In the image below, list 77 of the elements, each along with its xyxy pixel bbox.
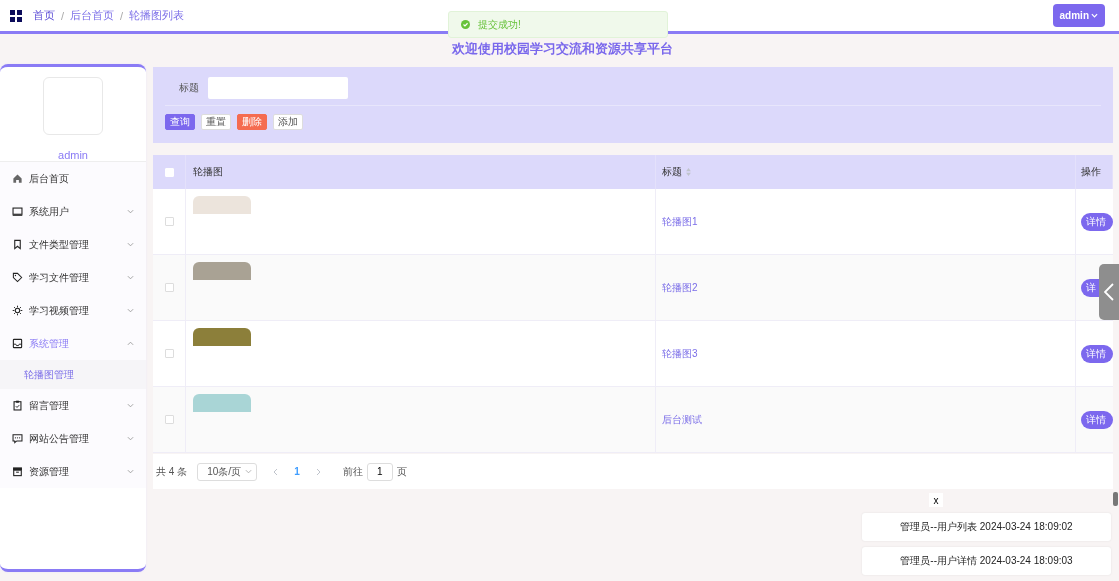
caret-icon xyxy=(1091,13,1098,18)
page-suffix: 页 xyxy=(396,464,407,479)
chevron-icon xyxy=(127,469,134,474)
sort-icon[interactable] xyxy=(686,168,691,176)
chevron-icon xyxy=(127,403,134,408)
total-count: 共 4 条 xyxy=(156,464,188,479)
monitor-icon xyxy=(12,206,23,217)
photo-placeholder xyxy=(193,328,251,346)
bookmark-icon xyxy=(12,239,23,250)
photo-placeholder xyxy=(193,394,251,412)
sidebar-item[interactable]: 文件类型管理 xyxy=(0,228,146,261)
next-page-icon[interactable] xyxy=(315,467,321,476)
action-button[interactable]: 添加 xyxy=(273,114,303,130)
sidebar-item[interactable]: 留言管理 xyxy=(0,389,146,422)
column-header[interactable]: 标题 xyxy=(662,165,682,179)
detail-button[interactable]: 详情 xyxy=(1081,212,1113,231)
home-icon xyxy=(12,173,23,184)
username: admin xyxy=(58,149,88,161)
sidebar-item[interactable]: 系统用户 xyxy=(0,195,146,228)
sidebar-item[interactable]: 资源管理 xyxy=(0,455,146,488)
checkbox[interactable] xyxy=(164,217,174,226)
chevron-icon xyxy=(127,341,134,346)
column-header: 轮播图 xyxy=(193,165,223,179)
checkbox[interactable] xyxy=(164,349,174,358)
inbox-icon xyxy=(12,338,23,349)
chat-icon xyxy=(12,433,23,444)
chevron-icon xyxy=(127,275,134,280)
action-button[interactable]: 查询 xyxy=(165,114,195,130)
side-drawer-toggle-overlay[interactable] xyxy=(1099,264,1119,320)
chevron-icon xyxy=(127,436,134,441)
breadcrumb-separator: / xyxy=(61,9,65,22)
table-cell: 后台测试 xyxy=(662,412,702,427)
toast-message: 提交成功! xyxy=(478,17,521,32)
tag-icon xyxy=(12,272,23,283)
checkbox[interactable] xyxy=(164,415,174,424)
table-cell: 轮播图2 xyxy=(662,280,698,295)
detail-button[interactable]: 详情 xyxy=(1081,410,1113,429)
archive-icon xyxy=(12,466,23,477)
page-size-dropdown[interactable]: 10条/页 xyxy=(197,462,258,481)
history-entry[interactable]: 管理员--用户列表 2024-03-24 18:09:02 xyxy=(862,513,1111,541)
chevron-icon xyxy=(127,308,134,313)
photo-placeholder xyxy=(193,196,251,214)
sidebar-item[interactable]: 系统管理 xyxy=(0,327,146,360)
sidebar-item[interactable]: 后台首页 xyxy=(0,162,146,195)
table-cell: 轮播图3 xyxy=(662,346,698,361)
detail-button[interactable]: 详情 xyxy=(1081,344,1113,363)
column-header: 操作 xyxy=(1081,165,1101,179)
caret-icon xyxy=(245,469,253,474)
scrollbar-thumb[interactable] xyxy=(1113,492,1118,506)
breadcrumb-separator: / xyxy=(120,9,124,22)
breadcrumb-link[interactable]: 后台首页 xyxy=(70,8,115,23)
sidebar-item[interactable]: 学习视频管理 xyxy=(0,294,146,327)
sun-icon xyxy=(12,305,23,316)
page-input-field[interactable]: 1 xyxy=(366,462,393,481)
check-circle-icon xyxy=(461,20,470,29)
sidebar-item[interactable]: 学习文件管理 xyxy=(0,261,146,294)
chevron-left-icon xyxy=(1104,283,1114,301)
checkbox[interactable] xyxy=(164,283,174,292)
breadcrumb-link[interactable]: 首页 xyxy=(33,8,55,23)
action-button[interactable]: 重置 xyxy=(201,114,231,130)
chevron-icon xyxy=(127,209,134,214)
previous-page-icon[interactable] xyxy=(273,467,279,476)
menu-icon[interactable] xyxy=(10,9,22,22)
title-input-field[interactable] xyxy=(208,77,348,99)
photo-placeholder xyxy=(193,262,251,280)
table-cell: 轮播图1 xyxy=(662,214,698,229)
user-menu-button[interactable]: admin xyxy=(1052,4,1105,27)
chevron-icon xyxy=(127,242,134,247)
submenu-item[interactable]: 轮播图管理 xyxy=(0,360,146,389)
breadcrumb-link[interactable]: 轮播图列表 xyxy=(129,8,185,23)
close-button[interactable]: x xyxy=(929,493,943,507)
site-title: 欢迎使用校园学习交流和资源共享平台 xyxy=(451,40,674,58)
goto-label: 前往 xyxy=(342,464,363,479)
field-label: 标题 xyxy=(179,81,199,95)
history-entry[interactable]: 管理员--用户详情 2024-03-24 18:09:03 xyxy=(862,547,1111,575)
clipboard-icon xyxy=(12,400,23,411)
sidebar-item[interactable]: 网站公告管理 xyxy=(0,422,146,455)
